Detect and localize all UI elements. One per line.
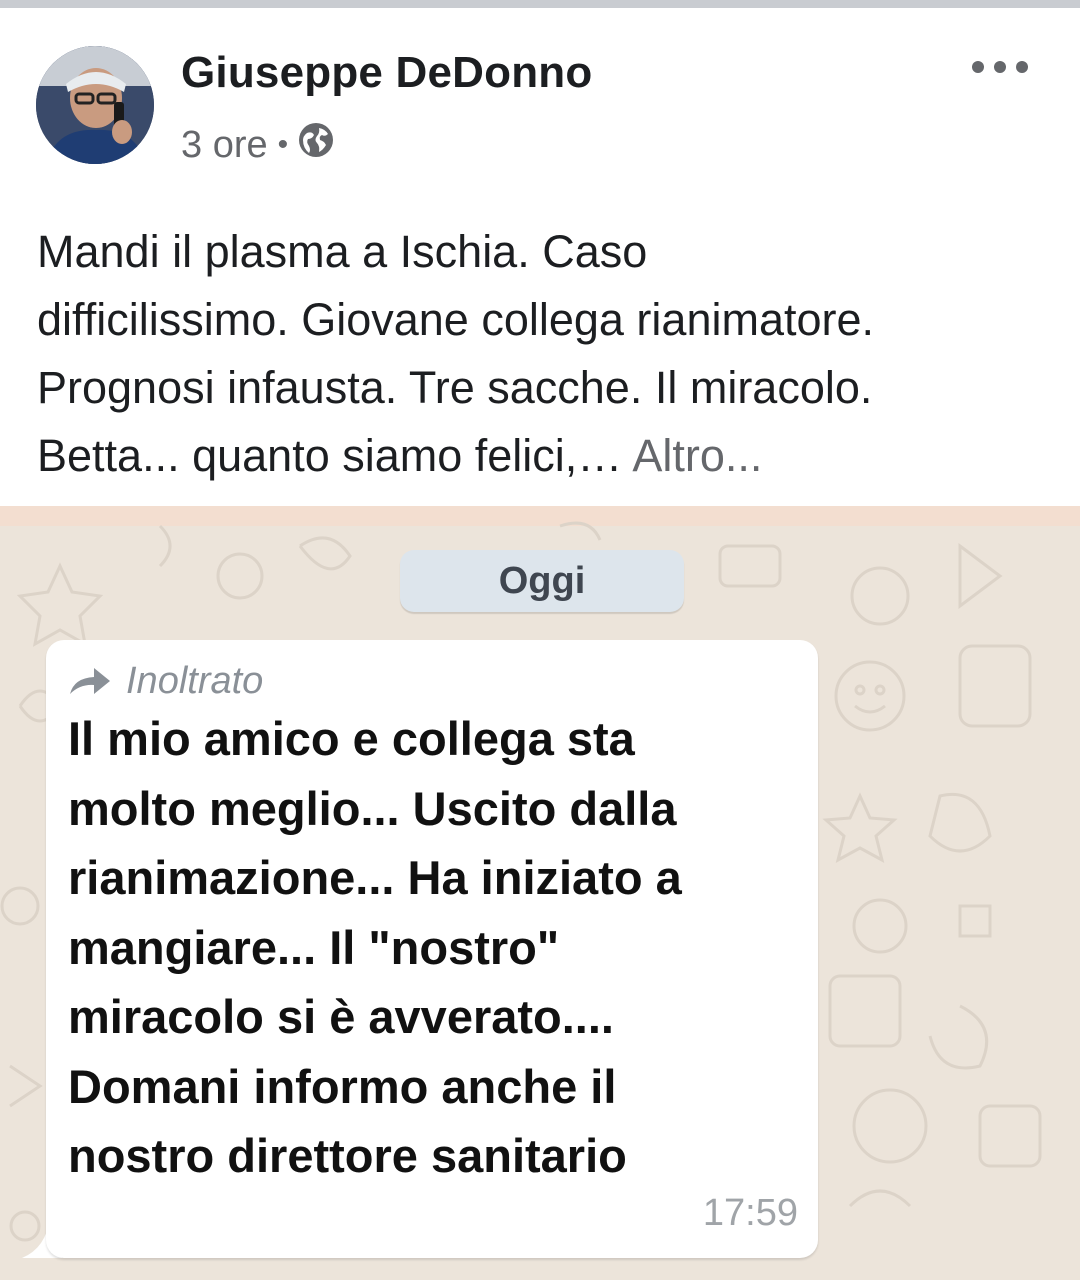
message-time: 17:59 bbox=[702, 1192, 798, 1234]
message-line: Il mio amico e collega sta bbox=[68, 712, 635, 765]
message-line: molto meglio... Uscito dalla bbox=[68, 781, 677, 835]
meta-separator: • bbox=[277, 128, 289, 161]
top-divider bbox=[0, 0, 1080, 8]
post-line: Betta... quanto siamo felici,… bbox=[37, 430, 623, 481]
avatar[interactable] bbox=[36, 46, 154, 164]
author-name[interactable]: Giuseppe DeDonno bbox=[181, 48, 592, 98]
post-line: Prognosi infausta. Tre sacche. Il miraco… bbox=[37, 362, 873, 413]
menu-dot bbox=[972, 61, 984, 73]
message-line: rianimazione... Ha iniziato a bbox=[68, 851, 682, 904]
menu-dot bbox=[994, 61, 1006, 73]
message-line: nostro direttore sanitario bbox=[68, 1129, 627, 1182]
message-line: Domani informo anche il bbox=[68, 1059, 617, 1113]
forwarded-label: Inoltrato bbox=[68, 658, 263, 704]
chat-screenshot: Oggi Inoltrato Il mio amico e collega st… bbox=[0, 506, 1080, 1280]
message-bubble[interactable]: Inoltrato Il mio amico e collega sta mol… bbox=[46, 640, 818, 1258]
message-text: Il mio amico e collega sta molto meglio.… bbox=[68, 704, 808, 1191]
message-line: miracolo si è avverato.... bbox=[68, 990, 614, 1043]
forwarded-text: Inoltrato bbox=[126, 659, 264, 702]
message-line: mangiare... Il "nostro" bbox=[68, 920, 560, 974]
more-options-icon[interactable] bbox=[972, 52, 1028, 82]
post-time[interactable]: 3 ore bbox=[181, 124, 268, 167]
menu-dot bbox=[1016, 61, 1028, 73]
globe-icon bbox=[298, 122, 334, 168]
forward-arrow-icon bbox=[70, 668, 110, 694]
date-chip: Oggi bbox=[400, 550, 684, 612]
post-meta: 3 ore • bbox=[181, 122, 334, 168]
see-more-link[interactable]: Altro... bbox=[632, 430, 762, 481]
post-line: Mandi il plasma a Ischia. Caso bbox=[37, 226, 648, 277]
post-text: Mandi il plasma a Ischia. Caso difficili… bbox=[37, 218, 1047, 490]
avatar-photo bbox=[36, 46, 154, 164]
post-line: difficilissimo. Giovane collega rianimat… bbox=[37, 294, 875, 345]
